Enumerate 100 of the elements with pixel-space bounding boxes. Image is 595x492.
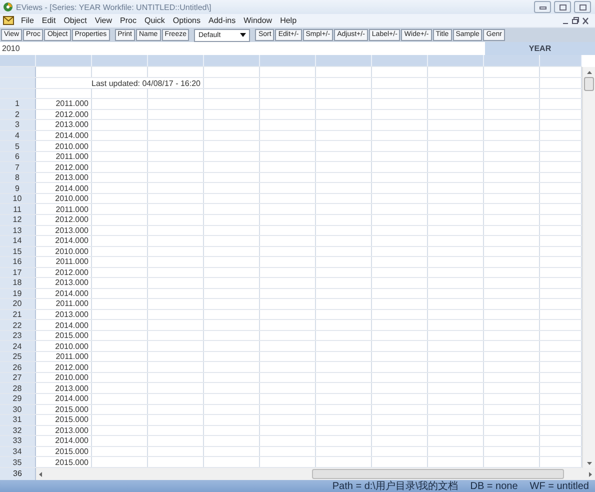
table-cell [483, 236, 539, 246]
maximize-icon[interactable] [558, 4, 566, 10]
row-number: 16 [0, 256, 35, 268]
menu-item[interactable]: Help [280, 16, 297, 25]
menu-item[interactable]: Options [172, 16, 200, 25]
row-number: 15 [0, 246, 35, 257]
table-cell [147, 225, 203, 236]
scroll-down-icon[interactable] [586, 462, 592, 464]
column-header[interactable] [539, 55, 582, 67]
table-cell [427, 394, 483, 404]
column-header[interactable] [147, 55, 203, 67]
table-cell [371, 214, 427, 225]
table-cell [483, 140, 539, 152]
table-cell [427, 330, 483, 341]
table-cell: 2014.000 [35, 436, 91, 446]
status-text: WF = untitled [530, 480, 589, 492]
table-cell [371, 130, 427, 141]
table-cell [315, 330, 371, 341]
table-cell [147, 320, 203, 330]
table-cell [483, 256, 539, 268]
table-cell [147, 414, 203, 426]
maximize-button[interactable] [554, 1, 571, 13]
table-cell [483, 414, 539, 426]
table-cell [315, 193, 371, 204]
table-cell [147, 246, 203, 257]
table-cell [427, 288, 483, 299]
minimize-button[interactable] [534, 1, 551, 13]
table-cell [259, 320, 315, 330]
table-cell [259, 162, 315, 172]
table-cell [371, 278, 427, 288]
table-cell [371, 298, 427, 310]
table-cell [259, 278, 315, 288]
table-cell [427, 372, 483, 383]
table-cell: 2011.000 [35, 98, 91, 110]
table-cell [427, 151, 483, 162]
restore-icon[interactable] [572, 16, 579, 24]
table-cell [91, 120, 147, 130]
vertical-scrollbar[interactable] [582, 67, 595, 468]
table-cell [203, 193, 259, 204]
column-header[interactable] [315, 55, 371, 67]
table-cell [371, 309, 427, 320]
table-cell [147, 309, 203, 320]
menu-item[interactable]: Proc [120, 16, 136, 25]
table-cell [371, 362, 427, 372]
table-cell: 2011.000 [35, 204, 91, 214]
column-header[interactable] [91, 55, 147, 67]
column-header[interactable] [483, 55, 539, 67]
table-cell: 2014.000 [35, 320, 91, 330]
horizontal-scrollbar[interactable] [36, 468, 595, 480]
menu-item[interactable]: View [94, 16, 112, 25]
table-cell [91, 340, 147, 352]
column-header[interactable] [35, 55, 91, 67]
close-button[interactable] [574, 1, 591, 13]
table-cell [315, 162, 371, 172]
table-cell [91, 372, 147, 383]
table-cell [315, 98, 371, 110]
table-cell [91, 330, 147, 341]
table-cell [427, 351, 483, 362]
table-cell [259, 151, 315, 162]
row-number: 8 [0, 172, 35, 183]
row-number: 4 [0, 130, 35, 141]
table-cell [203, 362, 259, 372]
scroll-thumb[interactable] [584, 77, 594, 91]
table-cell [203, 225, 259, 236]
table-cell [427, 214, 483, 225]
table-cell [203, 214, 259, 225]
table-cell [315, 436, 371, 446]
scroll-thumb[interactable] [312, 469, 564, 479]
menu-item[interactable]: Window [244, 16, 272, 25]
close-icon[interactable] [582, 16, 589, 24]
table-cell [371, 436, 427, 446]
table-cell [147, 330, 203, 341]
column-header[interactable] [259, 55, 315, 67]
scroll-up-icon[interactable] [586, 70, 592, 74]
table-cell [315, 182, 371, 194]
table-cell [371, 120, 427, 130]
table-cell: 2012.000 [35, 109, 91, 120]
table-cell: 2014.000 [35, 130, 91, 141]
table-cell [315, 394, 371, 404]
menu-item[interactable]: Edit [42, 16, 56, 25]
column-header[interactable] [203, 55, 259, 67]
column-header[interactable] [427, 55, 483, 67]
scroll-right-icon[interactable] [589, 472, 592, 476]
table-cell [259, 436, 315, 446]
table-cell [315, 372, 371, 383]
menu-item[interactable]: Quick [144, 16, 165, 25]
table-cell: 2014.000 [35, 182, 91, 194]
minimize-icon[interactable] [538, 4, 546, 10]
row-number: 28 [0, 382, 35, 394]
table-cell [259, 362, 315, 372]
row-number: 35 [0, 456, 35, 468]
column-header[interactable] [0, 55, 35, 67]
column-header[interactable] [371, 55, 427, 67]
menu-item[interactable]: File [21, 16, 34, 25]
menu-item[interactable]: Object [64, 16, 87, 25]
square-icon[interactable] [578, 4, 586, 10]
table-cell: 2013.000 [35, 120, 91, 130]
table-cell: 2010.000 [35, 340, 91, 352]
scroll-left-icon[interactable] [39, 472, 42, 476]
menu-item[interactable]: Add-ins [208, 16, 236, 25]
